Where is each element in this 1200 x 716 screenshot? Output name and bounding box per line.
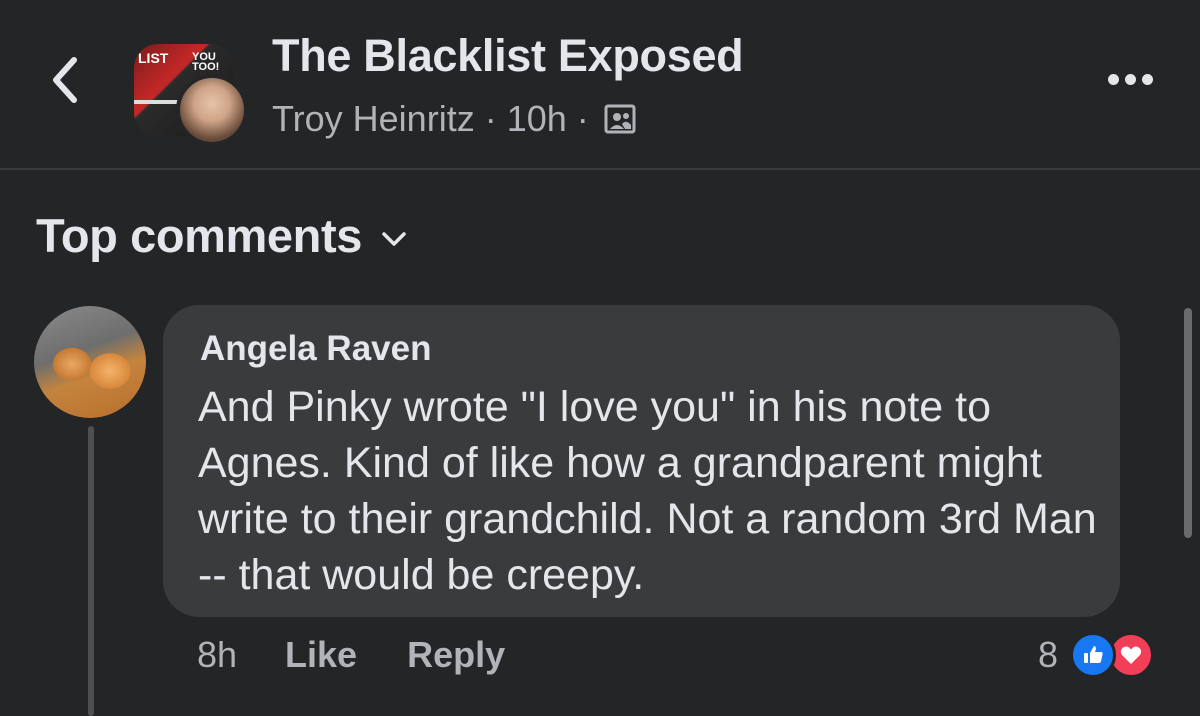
reactions-summary[interactable]: 8 <box>1038 632 1155 678</box>
comment-text: And Pinky wrote "I love you" in his note… <box>198 383 1097 599</box>
sort-comments-dropdown[interactable]: Top comments <box>36 208 408 263</box>
reaction-count: 8 <box>1038 634 1059 675</box>
group-avatar-text-secondary: YOU TOO! <box>192 51 220 73</box>
comments-screen: LIST YOU TOO! The Blacklist Exposed Troy… <box>0 0 1200 716</box>
comment-actions: 8h Like Reply <box>197 634 555 676</box>
reply-button[interactable]: Reply <box>407 634 505 676</box>
more-options-button[interactable] <box>1108 66 1158 92</box>
header-divider <box>0 168 1200 170</box>
comment-time[interactable]: 8h <box>197 634 237 676</box>
post-header: LIST YOU TOO! The Blacklist Exposed Troy… <box>0 0 1200 168</box>
sort-label: Top comments <box>36 209 362 262</box>
post-author[interactable]: Troy Heinritz <box>272 98 475 140</box>
scrollbar[interactable] <box>1184 308 1192 538</box>
more-horizontal-icon <box>1108 73 1119 85</box>
author-avatar[interactable] <box>176 74 248 146</box>
thread-line <box>88 426 94 716</box>
post-time[interactable]: 10h <box>507 98 567 140</box>
group-name[interactable]: The Blacklist Exposed <box>272 30 744 82</box>
like-reaction-icon <box>1070 632 1117 678</box>
separator: · <box>576 98 589 139</box>
group-members-icon <box>604 104 636 134</box>
more-horizontal-icon <box>1125 73 1136 85</box>
more-horizontal-icon <box>1142 73 1153 85</box>
chevron-down-icon <box>382 231 406 246</box>
commenter-avatar[interactable] <box>34 306 146 418</box>
chevron-left-icon <box>53 57 77 103</box>
comment-bubble[interactable]: Angela Raven And Pinky wrote "I love you… <box>163 305 1120 617</box>
post-meta: Troy Heinritz · 10h · <box>272 98 637 140</box>
back-button[interactable] <box>44 52 88 108</box>
group-avatar-text: LIST <box>138 50 169 66</box>
like-button[interactable]: Like <box>285 634 357 676</box>
separator: · <box>484 98 497 139</box>
comment-author[interactable]: Angela Raven <box>200 329 431 369</box>
